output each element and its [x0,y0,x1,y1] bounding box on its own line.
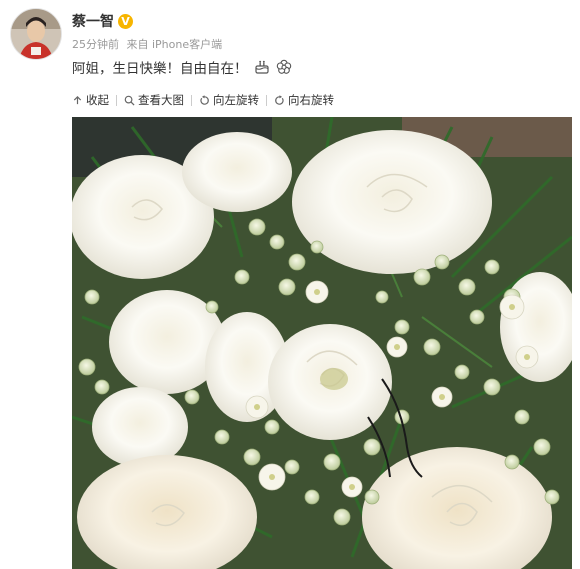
username[interactable]: 蔡一智 [72,11,114,31]
post-image[interactable] [72,117,572,569]
image-toolbar: 收起 查看大图 向左旋转 向右旋转 [72,92,334,108]
username-row: 蔡一智 V [72,11,133,31]
rotate-left-button[interactable]: 向左旋转 [199,92,259,108]
toolbar-divider [116,94,117,106]
post-text-row: 阿姐，生日快樂！自由自在！ [72,57,292,77]
rotate-left-icon [200,94,209,105]
view-large-button[interactable]: 查看大图 [124,92,184,108]
rotate-right-label: 向右旋转 [288,93,334,107]
rotate-right-button[interactable]: 向右旋转 [274,92,334,108]
flower-icon [276,59,291,74]
post-meta: 25分钟前 来自 iPhone客户端 [72,36,222,52]
verified-badge-icon: V [118,13,133,29]
toolbar-divider [191,94,192,106]
avatar-image [11,9,61,59]
post-source: 来自 iPhone客户端 [126,38,223,51]
magnifier-icon [124,95,135,106]
view-large-label: 查看大图 [138,93,184,107]
rotate-right-icon [275,94,284,105]
avatar[interactable] [10,8,62,60]
post-text: 阿姐，生日快樂！自由自在！ [72,61,248,77]
collapse-icon [73,95,82,104]
cake-icon [254,60,269,74]
rotate-left-label: 向左旋转 [213,93,259,107]
toolbar-divider [266,94,267,106]
flower-bouquet-image [72,117,572,569]
post-time[interactable]: 25分钟前 [72,38,119,51]
collapse-button[interactable]: 收起 [72,92,109,108]
collapse-label: 收起 [86,93,109,107]
